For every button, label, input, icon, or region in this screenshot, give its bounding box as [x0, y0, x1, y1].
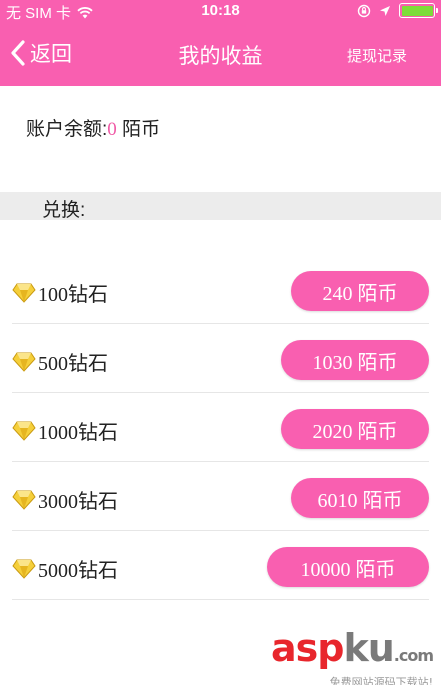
watermark: aspku.com 免费网站源码下载站! — [270, 626, 434, 685]
item-name: 500钻石 — [38, 353, 108, 375]
battery-icon — [399, 3, 438, 18]
balance-label: 账户余额: — [26, 119, 108, 140]
list-item: 1000钻石 2020 陌币 — [12, 393, 429, 462]
exchange-button[interactable]: 6010 陌币 — [291, 478, 429, 518]
exchange-button[interactable]: 240 陌币 — [291, 271, 429, 311]
rotation-lock-icon — [357, 4, 371, 17]
watermark-logo: aspku.com — [270, 626, 434, 670]
account-balance: 账户余额:0 陌币 — [26, 114, 160, 141]
status-bar: 无 SIM 卡 10:18 — [0, 0, 441, 22]
exchange-button[interactable]: 1030 陌币 — [281, 340, 429, 380]
item-name: 5000钻石 — [38, 560, 118, 582]
balance-value: 0 — [107, 119, 117, 140]
diamond-icon — [12, 490, 36, 510]
item-name: 100钻石 — [38, 284, 108, 306]
balance-unit: 陌币 — [122, 119, 161, 140]
list-item: 100钻石 240 陌币 — [12, 255, 429, 324]
exchange-button[interactable]: 2020 陌币 — [281, 409, 429, 449]
diamond-icon — [12, 352, 36, 372]
location-icon — [380, 5, 390, 16]
exchange-header: 兑换: — [0, 192, 441, 221]
diamond-icon — [12, 283, 36, 303]
status-right — [357, 3, 438, 18]
price-label: 240 陌币 — [322, 282, 398, 305]
diamond-icon — [12, 421, 36, 441]
list-item: 5000钻石 10000 陌币 — [12, 531, 429, 600]
list-item: 500钻石 1030 陌币 — [12, 324, 429, 393]
price-label: 2020 陌币 — [312, 420, 398, 443]
list-item: 3000钻石 6010 陌币 — [12, 462, 429, 531]
nav-bar: 返回 我的收益 提现记录 — [0, 22, 441, 86]
exchange-label: 兑换: — [42, 200, 86, 221]
price-label: 10000 陌币 — [300, 558, 396, 581]
diamond-icon — [12, 559, 36, 579]
exchange-button[interactable]: 10000 陌币 — [267, 547, 429, 587]
item-name: 1000钻石 — [38, 422, 118, 444]
item-name: 3000钻石 — [38, 491, 118, 513]
price-label: 1030 陌币 — [312, 351, 398, 374]
withdraw-history-link[interactable]: 提现记录 — [347, 45, 407, 66]
price-label: 6010 陌币 — [317, 489, 403, 512]
